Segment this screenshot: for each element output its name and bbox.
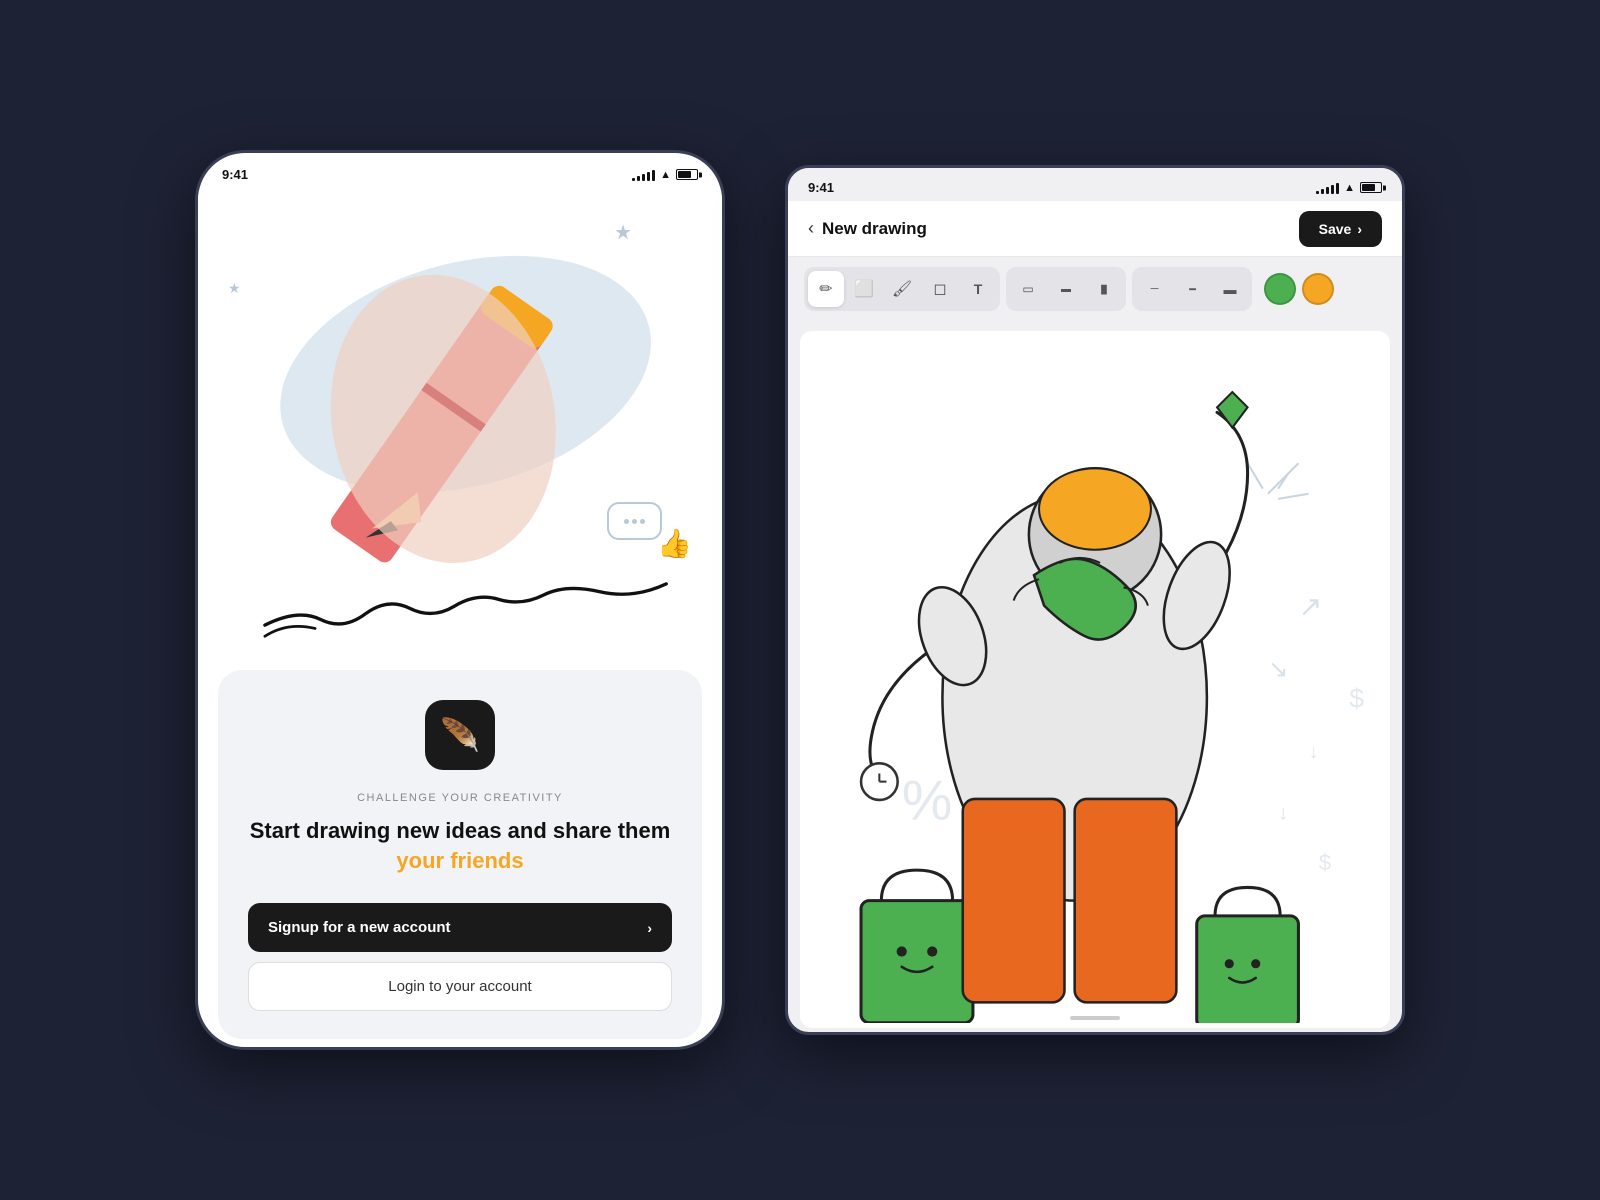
tagline-text: Start drawing new ideas and share them [250, 818, 671, 843]
login-button[interactable]: Login to your account [248, 962, 672, 1011]
canvas-area[interactable]: ↗ ↘ ↓ ↓ $ $ % [800, 331, 1390, 1028]
brush-tool[interactable]: 🖌 [884, 271, 920, 307]
eraser-tool[interactable]: ◻ [922, 271, 958, 307]
signup-chevron-icon: › [647, 920, 652, 936]
left-illustration-area: ★ ★ 👍 [198, 190, 722, 670]
svg-text:↓: ↓ [1309, 741, 1319, 763]
save-label: Save [1319, 221, 1352, 237]
pencil-tool[interactable]: ✏ [808, 271, 844, 307]
save-chevron-icon: › [1357, 221, 1362, 237]
save-button[interactable]: Save › [1299, 211, 1382, 247]
status-bar-left: 9:41 ▲ [198, 153, 722, 190]
status-icons-right: ▲ [1316, 182, 1382, 194]
feather-icon: 🪶 [440, 716, 480, 754]
battery-icon-right [1360, 182, 1382, 193]
drawing-toolbar: ✏ ⬜ 🖌 ◻ T ▭ ▬ █ ─ ━ ▬ [788, 257, 1402, 321]
tagline-main: Start drawing new ideas and share them y… [248, 816, 672, 875]
time-right: 9:41 [808, 180, 834, 195]
signup-label: Signup for a new account [268, 919, 451, 936]
line-thick[interactable]: ▬ [1212, 271, 1248, 307]
text-tool[interactable]: T [960, 271, 996, 307]
login-label: Login to your account [388, 978, 531, 995]
stroke-thin[interactable]: ▭ [1010, 271, 1046, 307]
svg-text:↗: ↗ [1298, 591, 1322, 623]
color-green[interactable] [1264, 273, 1296, 305]
stroke-medium[interactable]: ▬ [1048, 271, 1084, 307]
status-icons-left: ▲ [632, 169, 698, 181]
scroll-indicator [1070, 1016, 1120, 1020]
right-device: 9:41 ▲ ‹ New drawing Save › [785, 165, 1405, 1035]
svg-text:↓: ↓ [1278, 802, 1288, 824]
tagline-small: CHALLENGE YOUR CREATIVITY [357, 792, 563, 804]
stroke-group: ▭ ▬ █ [1006, 267, 1126, 311]
signal-icon-right [1316, 182, 1339, 194]
color-orange[interactable] [1302, 273, 1334, 305]
tagline-highlight: your friends [396, 848, 523, 873]
drawing-header: ‹ New drawing Save › [788, 201, 1402, 257]
stroke-thick[interactable]: █ [1086, 271, 1122, 307]
line-medium[interactable]: ━ [1174, 271, 1210, 307]
time-left: 9:41 [222, 167, 248, 182]
drawing-title: New drawing [822, 219, 927, 239]
wifi-icon-right: ▲ [1344, 182, 1355, 194]
signal-icon [632, 169, 655, 181]
line-thin[interactable]: ─ [1136, 271, 1172, 307]
color-group [1264, 273, 1334, 305]
app-icon: 🪶 [425, 700, 495, 770]
battery-icon [676, 169, 698, 180]
wifi-icon: ▲ [660, 169, 671, 181]
svg-text:%: % [902, 768, 953, 832]
line-group: ─ ━ ▬ [1132, 267, 1252, 311]
signup-button[interactable]: Signup for a new account › [248, 903, 672, 952]
svg-text:↘: ↘ [1268, 656, 1288, 683]
svg-text:$: $ [1319, 850, 1332, 875]
left-device: 9:41 ▲ ★ ★ 👍 [195, 150, 725, 1050]
canvas-illustration-svg: ↗ ↘ ↓ ↓ $ $ % [800, 331, 1390, 1023]
bottom-card: 🪶 CHALLENGE YOUR CREATIVITY Start drawin… [218, 670, 702, 1039]
pencil-illustration [198, 190, 722, 670]
header-left: ‹ New drawing [808, 218, 927, 239]
status-bar-right: 9:41 ▲ [788, 168, 1402, 201]
image-tool[interactable]: ⬜ [846, 271, 882, 307]
back-button[interactable]: ‹ [808, 218, 814, 239]
tools-group: ✏ ⬜ 🖌 ◻ T [804, 267, 1000, 311]
svg-text:$: $ [1349, 683, 1364, 713]
